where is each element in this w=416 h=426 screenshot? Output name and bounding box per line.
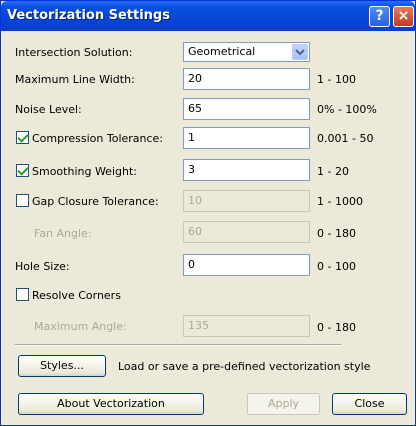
help-icon[interactable]: ? — [369, 6, 390, 27]
close-button[interactable]: Close — [332, 393, 407, 415]
smoothing-weight-input[interactable]: 3 — [183, 159, 310, 181]
about-vectorization-button[interactable]: About Vectorization — [18, 393, 204, 415]
maximum-angle-input: 135 — [183, 315, 310, 337]
fan-angle-range: 0 - 180 — [317, 227, 356, 240]
gap-closure-tolerance-checkbox[interactable] — [16, 194, 29, 207]
vectorization-settings-dialog: Vectorization Settings ? × Intersection … — [0, 0, 416, 426]
noise-level-label: Noise Level: — [15, 103, 82, 116]
separator — [15, 344, 341, 346]
resolve-corners-label: Resolve Corners — [32, 289, 121, 302]
max-line-width-input[interactable]: 20 — [183, 68, 310, 90]
chevron-down-icon[interactable] — [292, 44, 308, 60]
title-bar[interactable]: Vectorization Settings ? × — [1, 1, 415, 31]
max-line-width-range: 1 - 100 — [317, 73, 356, 86]
hole-size-label: Hole Size: — [15, 260, 70, 273]
compression-tolerance-checkbox[interactable] — [16, 131, 29, 144]
smoothing-weight-range: 1 - 20 — [317, 165, 349, 178]
maximum-angle-range: 0 - 180 — [317, 321, 356, 334]
maximum-angle-label: Maximum Angle: — [34, 320, 127, 333]
noise-level-range: 0% - 100% — [317, 103, 377, 116]
intersection-solution-value: Geometrical — [188, 45, 256, 58]
compression-tolerance-range: 0.001 - 50 — [317, 132, 374, 145]
apply-button[interactable]: Apply — [247, 393, 320, 415]
window-title: Vectorization Settings — [7, 8, 170, 23]
smoothing-weight-label: Smoothing Weight: — [32, 165, 137, 178]
compression-tolerance-input[interactable]: 1 — [183, 127, 310, 149]
fan-angle-label: Fan Angle: — [34, 227, 92, 240]
intersection-solution-label: Intersection Solution: — [15, 46, 133, 59]
noise-level-input[interactable]: 65 — [183, 98, 310, 120]
close-icon[interactable]: × — [393, 6, 414, 27]
intersection-solution-select[interactable]: Geometrical — [183, 42, 310, 62]
gap-closure-tolerance-input: 10 — [183, 190, 310, 212]
smoothing-weight-checkbox[interactable] — [16, 164, 29, 177]
gap-closure-tolerance-label: Gap Closure Tolerance: — [32, 195, 159, 208]
styles-description: Load or save a pre-defined vectorization… — [118, 360, 371, 373]
resolve-corners-checkbox[interactable] — [16, 288, 29, 301]
max-line-width-label: Maximum Line Width: — [15, 73, 135, 86]
styles-button[interactable]: Styles... — [18, 355, 106, 377]
compression-tolerance-label: Compression Tolerance: — [32, 132, 164, 145]
hole-size-range: 0 - 100 — [317, 260, 356, 273]
hole-size-input[interactable]: 0 — [183, 254, 310, 276]
gap-closure-tolerance-range: 1 - 1000 — [317, 195, 363, 208]
fan-angle-input: 60 — [183, 221, 310, 243]
